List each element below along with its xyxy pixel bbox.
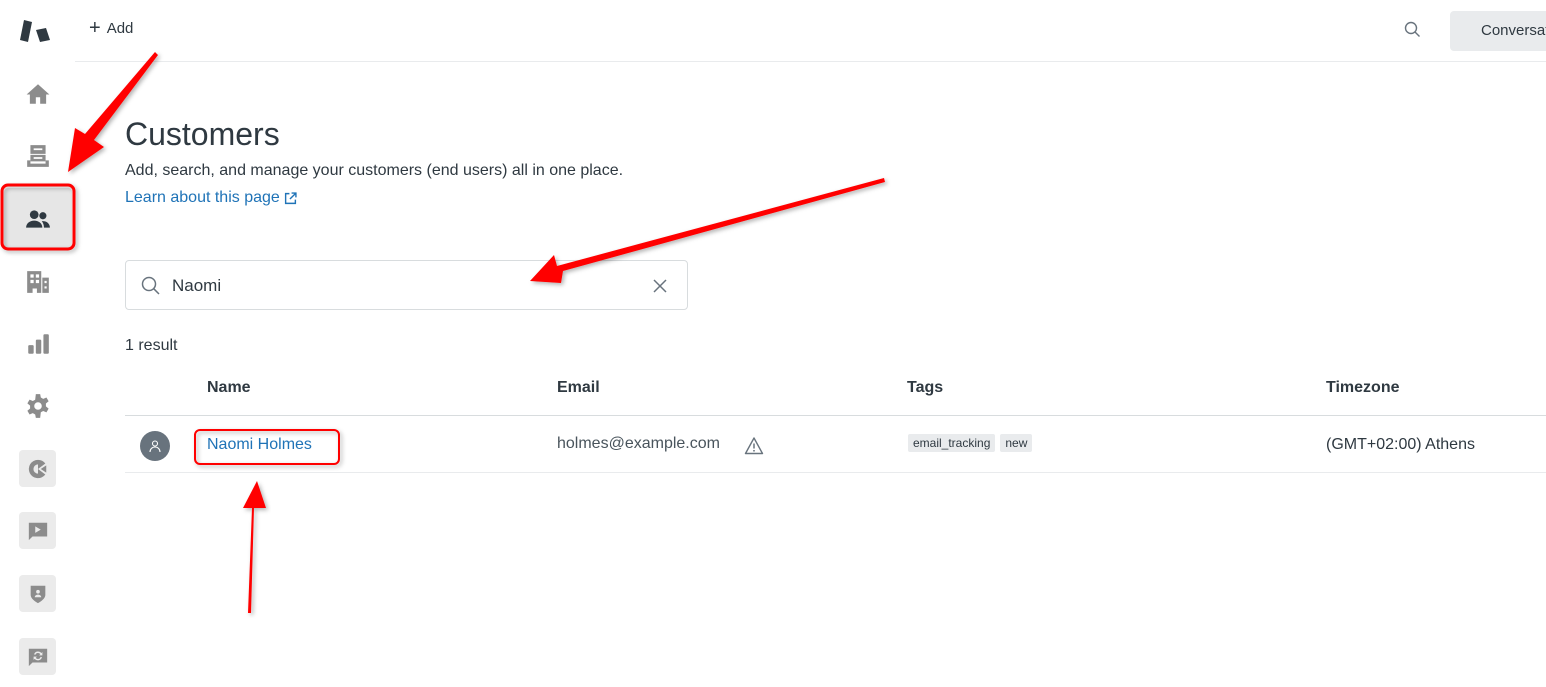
zendesk-logo[interactable] [20,18,56,46]
annotation-overlay [0,52,885,613]
app-item-4[interactable] [19,638,56,675]
customer-name-link[interactable]: Naomi Holmes [207,436,312,454]
conversations-button[interactable]: Conversations [1450,11,1546,51]
nav-views[interactable] [4,125,72,187]
customer-email: holmes@example.com [557,435,720,452]
app-item-3[interactable] [19,575,56,612]
avatar [140,431,170,461]
arrow-to-customers-nav [68,52,158,172]
nav-admin[interactable] [4,375,72,437]
search-icon[interactable] [1403,20,1423,40]
search-icon [141,276,160,295]
pie-app-icon [28,459,46,478]
home-icon [26,84,50,104]
app-item-1[interactable] [19,450,56,487]
tag: email_tracking [908,434,996,452]
video-chat-icon [28,522,47,540]
column-header-name[interactable]: Name [207,379,251,397]
sidebar [0,0,75,687]
table-row[interactable]: Naomi Holmes holmes@example.com email_tr… [125,416,1546,473]
nav-home[interactable] [4,63,72,125]
column-header-timezone[interactable]: Timezone [1326,379,1400,397]
add-label: Add [106,19,134,37]
external-link-icon [284,191,297,204]
plus-icon: + [89,17,101,39]
customers-table: Name Email Tags Timezone Naomi Holmes ho… [125,362,1546,473]
building-icon [27,271,49,293]
gear-icon [27,394,49,418]
bar-chart-icon [28,334,49,354]
learn-about-page-link[interactable]: Learn about this page [125,189,297,207]
people-icon [26,210,50,228]
user-icon [149,440,161,453]
app-item-2[interactable] [19,512,56,549]
table-header: Name Email Tags Timezone [125,362,1546,416]
arrow-to-customer-name [243,481,266,613]
page-title: Customers [125,116,280,152]
shield-user-icon [30,585,45,603]
nav-reporting[interactable] [4,313,72,375]
nav-customers[interactable] [4,188,72,250]
result-count: 1 result [125,337,178,354]
nav-organizations[interactable] [4,251,72,313]
customer-search[interactable] [125,260,688,310]
top-bar: + Add Conversations [75,0,1546,62]
column-header-tags[interactable]: Tags [907,379,943,397]
customer-tags: email_tracking new [908,434,1033,452]
search-input[interactable] [172,273,632,299]
chat-refresh-icon [28,648,47,666]
warning-icon[interactable] [744,436,764,456]
clear-search-icon[interactable] [650,276,670,296]
tag: new [1000,434,1033,452]
column-header-email[interactable]: Email [557,379,600,397]
inbox-icon [27,145,49,167]
learn-link-label: Learn about this page [125,189,280,206]
page-description: Add, search, and manage your customers (… [125,162,624,179]
add-button[interactable]: + Add [89,18,133,38]
customer-timezone: (GMT+02:00) Athens [1326,436,1475,453]
